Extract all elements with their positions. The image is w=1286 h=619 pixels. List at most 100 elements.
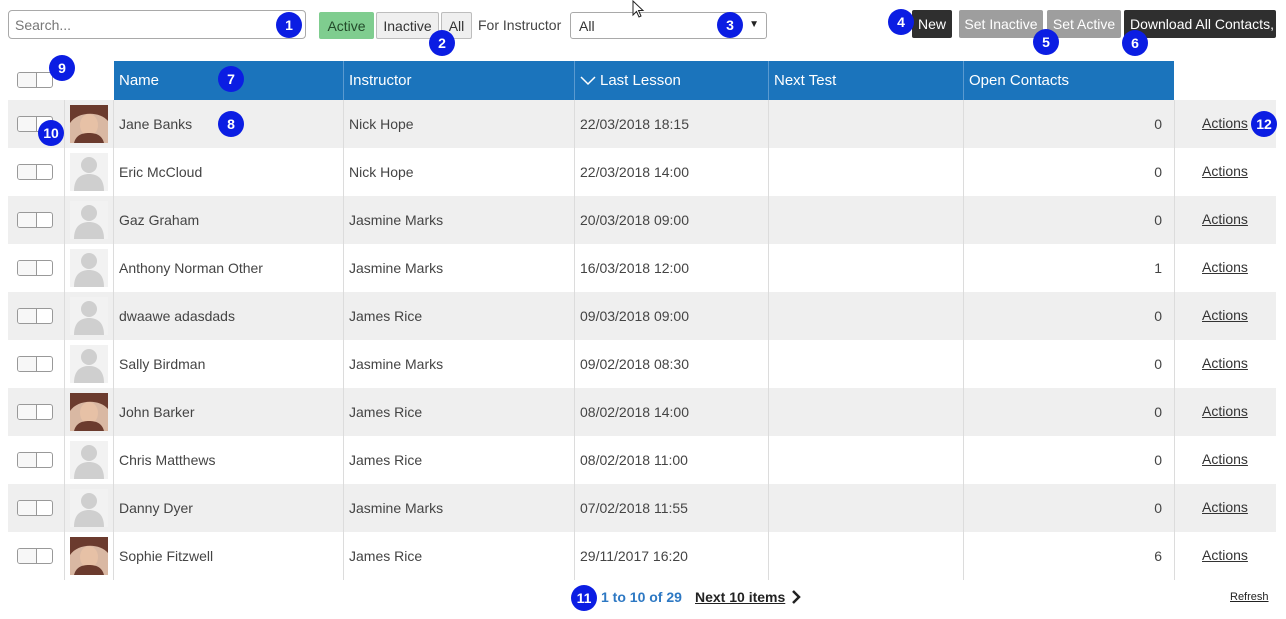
open-contacts-count: 6 <box>1154 548 1162 564</box>
contact-name-cell: Danny Dyer <box>114 484 344 532</box>
annotation-badge-11: 11 <box>571 585 597 611</box>
column-header-last-lesson[interactable]: Last Lesson <box>575 61 769 100</box>
avatar <box>70 105 108 143</box>
row-actions-link[interactable]: Actions <box>1202 547 1248 563</box>
row-actions-link[interactable]: Actions <box>1202 499 1248 515</box>
contact-name: Anthony Norman Other <box>119 260 263 276</box>
contact-name: Sally Birdman <box>119 356 206 372</box>
annotation-badge-6: 6 <box>1122 30 1148 56</box>
mouse-cursor-icon <box>632 0 645 18</box>
open-contacts-count: 0 <box>1154 404 1162 420</box>
row-select-toggle[interactable] <box>17 260 53 276</box>
row-select-toggle[interactable] <box>17 308 53 324</box>
row-select-toggle[interactable] <box>17 356 53 372</box>
row-actions-link[interactable]: Actions <box>1202 403 1248 419</box>
column-header-open-contacts[interactable]: Open Contacts <box>964 61 1174 100</box>
column-divider <box>113 340 114 388</box>
pager-next-link[interactable]: Next 10 items <box>695 589 785 605</box>
column-divider <box>64 100 65 148</box>
open-contacts-count-cell: 0 <box>964 388 1174 436</box>
open-contacts-count: 1 <box>1154 260 1162 276</box>
row-select-toggle[interactable] <box>17 212 53 228</box>
annotation-badge-8: 8 <box>218 111 244 137</box>
avatar-placeholder-icon <box>70 345 108 383</box>
row-actions-link[interactable]: Actions <box>1202 451 1248 467</box>
annotation-badge-4: 4 <box>888 9 914 35</box>
next-test-date-cell <box>769 484 964 532</box>
column-divider <box>1174 436 1175 484</box>
column-divider <box>64 148 65 196</box>
refresh-link[interactable]: Refresh <box>1230 591 1269 603</box>
contact-name: Jane Banks <box>119 116 193 132</box>
row-select-toggle[interactable] <box>17 500 53 516</box>
row-actions-link[interactable]: Actions <box>1202 259 1248 275</box>
column-divider <box>963 292 964 340</box>
select-all-toggle[interactable] <box>17 72 53 88</box>
contact-name: Chris Matthews <box>119 452 216 468</box>
column-divider <box>963 340 964 388</box>
chevron-right-icon[interactable] <box>791 590 801 604</box>
last-lesson-date-cell: 09/02/2018 08:30 <box>575 340 769 388</box>
set-inactive-button[interactable]: Set Inactive <box>959 10 1043 38</box>
column-divider <box>574 340 575 388</box>
table-row: Sally Birdman Jasmine Marks 09/02/2018 08:… <box>8 340 1276 388</box>
table-row: John Barker James Rice 08/02/2018 14:00 0 Ac… <box>8 388 1276 436</box>
column-header-instructor[interactable]: Instructor <box>344 61 575 100</box>
column-divider <box>113 436 114 484</box>
open-contacts-count-cell: 0 <box>964 340 1174 388</box>
row-select-toggle[interactable] <box>17 404 53 420</box>
last-lesson-date-cell: 20/03/2018 09:00 <box>575 196 769 244</box>
row-select-toggle[interactable] <box>17 164 53 180</box>
row-actions-link[interactable]: Actions <box>1202 211 1248 227</box>
last-lesson-date: 08/02/2018 11:00 <box>580 452 688 468</box>
new-button[interactable]: New <box>912 10 952 38</box>
last-lesson-date-cell: 29/11/2017 16:20 <box>575 532 769 580</box>
last-lesson-date: 07/02/2018 11:55 <box>580 500 688 516</box>
row-actions-link[interactable]: Actions <box>1202 115 1248 131</box>
avatar-placeholder-icon <box>70 489 108 527</box>
column-divider <box>343 292 344 340</box>
last-lesson-date: 29/11/2017 16:20 <box>580 548 688 564</box>
next-test-date-cell <box>769 388 964 436</box>
search-input[interactable] <box>8 10 306 39</box>
column-divider <box>768 340 769 388</box>
row-actions-link[interactable]: Actions <box>1202 163 1248 179</box>
column-divider <box>574 196 575 244</box>
avatar-placeholder-icon <box>70 153 108 191</box>
row-select-toggle[interactable] <box>17 548 53 564</box>
annotation-badge-10: 10 <box>38 120 64 146</box>
avatar-placeholder-icon <box>70 249 108 287</box>
column-divider <box>768 100 769 148</box>
instructor-name-cell: Nick Hope <box>344 100 575 148</box>
open-contacts-count: 0 <box>1154 212 1162 228</box>
column-header-next-test-label: Next Test <box>774 72 837 89</box>
table-row: Danny Dyer Jasmine Marks 07/02/2018 11:55 0… <box>8 484 1276 532</box>
contact-name-cell: John Barker <box>114 388 344 436</box>
filter-inactive-button[interactable]: Inactive <box>376 12 439 39</box>
column-divider <box>768 484 769 532</box>
column-divider <box>113 244 114 292</box>
contact-name: dwaawe adasdads <box>119 308 235 324</box>
dropdown-arrow-icon: ▼ <box>749 19 759 30</box>
column-divider <box>343 100 344 148</box>
last-lesson-date: 09/02/2018 08:30 <box>580 356 689 372</box>
column-divider <box>343 436 344 484</box>
column-divider <box>1174 340 1175 388</box>
contact-name-cell: Gaz Graham <box>114 196 344 244</box>
last-lesson-date: 22/03/2018 18:15 <box>580 116 689 132</box>
row-select-toggle[interactable] <box>17 452 53 468</box>
row-actions-link[interactable]: Actions <box>1202 307 1248 323</box>
row-actions-link[interactable]: Actions <box>1202 355 1248 371</box>
download-all-contacts-button[interactable]: Download All Contacts, <box>1124 10 1276 38</box>
filter-active-button[interactable]: Active <box>319 12 374 39</box>
contact-name: John Barker <box>119 404 195 420</box>
instructor-name-cell: Jasmine Marks <box>344 196 575 244</box>
open-contacts-count-cell: 1 <box>964 244 1174 292</box>
column-header-next-test[interactable]: Next Test <box>769 61 964 100</box>
column-divider <box>343 532 344 580</box>
sort-descending-icon <box>580 75 596 85</box>
contact-name-cell: Anthony Norman Other <box>114 244 344 292</box>
column-divider <box>1174 388 1175 436</box>
column-divider <box>1174 100 1175 148</box>
set-active-button[interactable]: Set Active <box>1047 10 1121 38</box>
